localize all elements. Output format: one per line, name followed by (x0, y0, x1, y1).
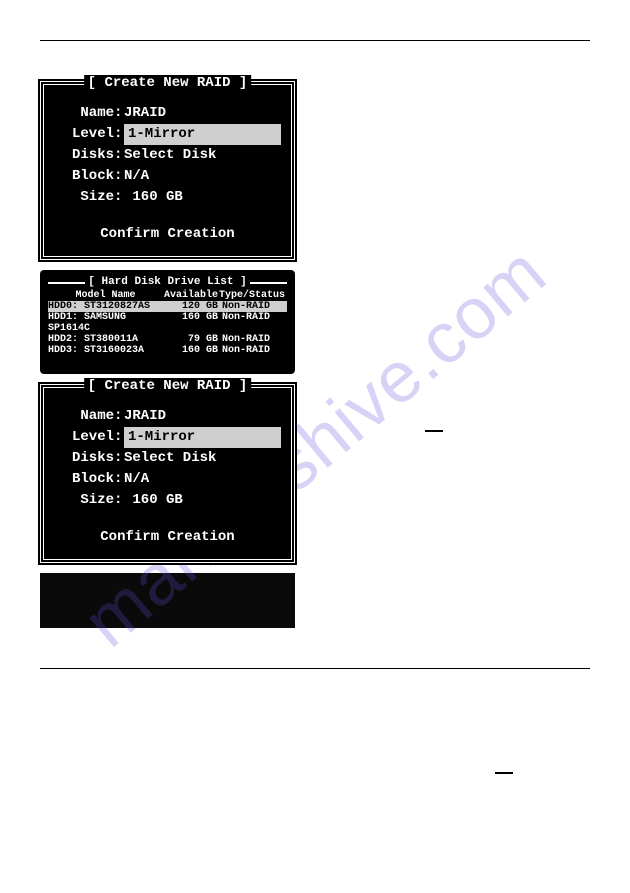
block-label-2: Block (54, 469, 114, 490)
box2-title: [ Create New RAID ] (84, 378, 252, 394)
box1-disks-row: Disks: Select Disk (54, 145, 281, 166)
hdd-col-model: Model Name (48, 290, 163, 301)
box2-block-row: Block: N/A (54, 469, 281, 490)
hdd-header: Model Name Available Type/Status (48, 290, 287, 301)
name-label-2: Name (54, 406, 114, 427)
key-box-1 (425, 430, 443, 432)
name-label: Name (54, 103, 114, 124)
hdd-col-status: Type/Status (218, 290, 287, 301)
hdd-row-3-model: HDD3: ST3160023A (48, 345, 163, 356)
hdd-row-2-size: 79 GB (163, 334, 222, 345)
hdd-row-0-size: 120 GB (163, 301, 222, 312)
box1-level-row[interactable]: Level: 1-Mirror (54, 124, 281, 145)
box1-block-row: Block: N/A (54, 166, 281, 187)
hdd-row-2-model: HDD2: ST380011A (48, 334, 163, 345)
level-value: 1-Mirror (124, 124, 281, 145)
box2-size-row: Size: 160 GB (54, 490, 281, 511)
hdd-row-1[interactable]: HDD1: SAMSUNG SP1614C 160 GB Non-RAID (48, 312, 287, 334)
box2-confirm[interactable]: Confirm Creation (54, 529, 281, 545)
hdd-col-available: Available (163, 290, 218, 301)
hdd-row-0-status: Non-RAID (222, 301, 287, 312)
name-value: JRAID (124, 103, 281, 124)
size-value: 160 GB (124, 187, 281, 208)
disks-label-2: Disks (54, 448, 114, 469)
hdd-row-1-status: Non-RAID (222, 312, 287, 334)
level-label: Level (54, 124, 114, 145)
hdd-list-box: [ Hard Disk Drive List ] Model Name Avai… (40, 270, 295, 374)
level-value-2: 1-Mirror (124, 427, 281, 448)
block-value: N/A (124, 166, 281, 187)
hdd-row-3-size: 160 GB (163, 345, 222, 356)
box1-confirm[interactable]: Confirm Creation (54, 226, 281, 242)
box1-name-row: Name: JRAID (54, 103, 281, 124)
block-value-2: N/A (124, 469, 281, 490)
key-box-2 (495, 772, 513, 774)
bottom-rule (40, 668, 590, 669)
hdd-row-2-status: Non-RAID (222, 334, 287, 345)
disks-value-2: Select Disk (124, 448, 281, 469)
box1-size-row: Size: 160 GB (54, 187, 281, 208)
create-raid-box-1: [ Create New RAID ] Name: JRAID Level: 1… (40, 81, 295, 260)
box2-name-row: Name: JRAID (54, 406, 281, 427)
name-value-2: JRAID (124, 406, 281, 427)
box1-title: [ Create New RAID ] (84, 75, 252, 91)
hdd-row-0[interactable]: HDD0: ST3120827AS 120 GB Non-RAID (48, 301, 287, 312)
hdd-row-3-status: Non-RAID (222, 345, 287, 356)
disks-label: Disks (54, 145, 114, 166)
box2-disks-row: Disks: Select Disk (54, 448, 281, 469)
hdd-row-2[interactable]: HDD2: ST380011A 79 GB Non-RAID (48, 334, 287, 345)
size-label-2: Size (54, 490, 114, 511)
hdd-row-3[interactable]: HDD3: ST3160023A 160 GB Non-RAID (48, 345, 287, 356)
hdd-row-1-size: 160 GB (163, 312, 222, 334)
black-box (40, 573, 295, 628)
level-label-2: Level (54, 427, 114, 448)
block-label: Block (54, 166, 114, 187)
size-label: Size (54, 187, 114, 208)
hdd-row-0-model: HDD0: ST3120827AS (48, 301, 163, 312)
box2-level-row[interactable]: Level: 1-Mirror (54, 427, 281, 448)
hdd-title: [ Hard Disk Drive List ] (85, 276, 249, 288)
create-raid-box-2: [ Create New RAID ] Name: JRAID Level: 1… (40, 384, 295, 563)
size-value-2: 160 GB (124, 490, 281, 511)
top-rule (40, 40, 590, 41)
hdd-row-1-model: HDD1: SAMSUNG SP1614C (48, 312, 163, 334)
disks-value: Select Disk (124, 145, 281, 166)
